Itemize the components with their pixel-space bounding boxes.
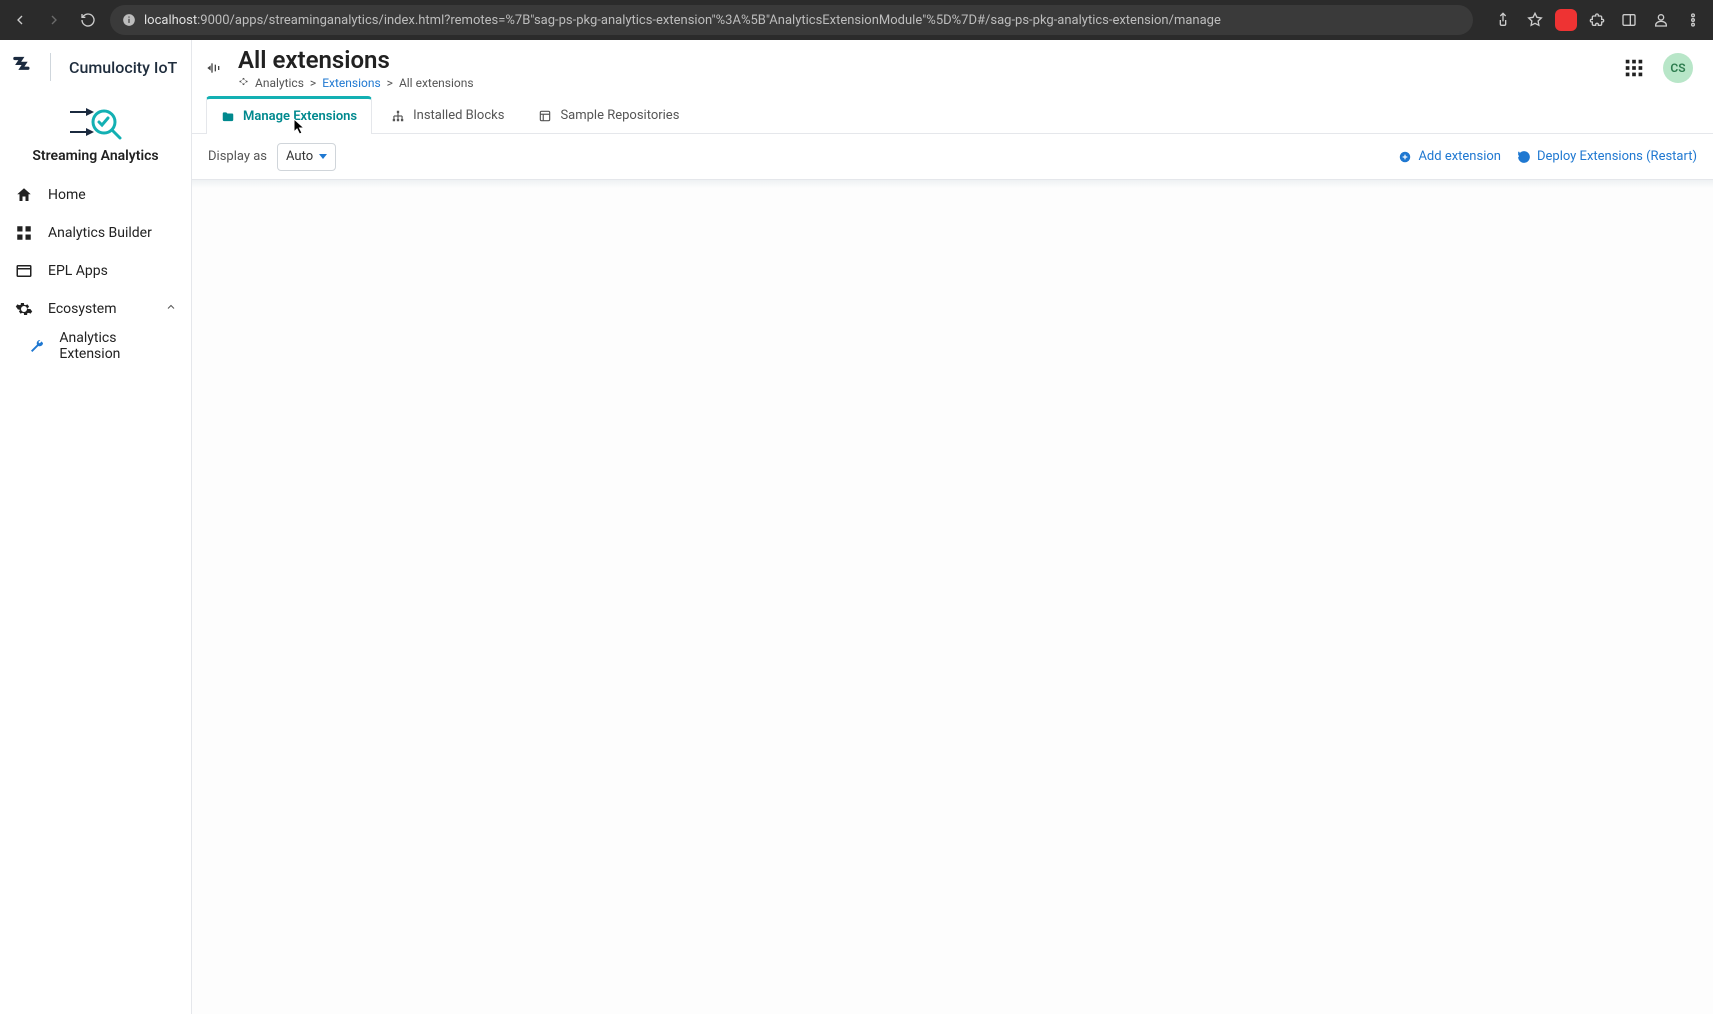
display-as-label: Display as (208, 149, 267, 164)
user-avatar[interactable]: CS (1663, 53, 1693, 83)
chevron-up-icon (165, 301, 177, 317)
content-area (192, 180, 1713, 1014)
nav-sub-label: Analytics Extension (59, 330, 177, 362)
streaming-analytics-icon (64, 102, 128, 142)
sidebar: Cumulocity IoT Streaming Analytics (0, 40, 192, 1014)
site-info-icon[interactable] (122, 13, 136, 27)
share-icon[interactable] (1491, 8, 1515, 32)
home-icon (14, 185, 34, 205)
main-area: All extensions Analytics > Extensions > … (192, 40, 1713, 1014)
nav-epl-apps[interactable]: EPL Apps (0, 252, 191, 290)
brand-divider (50, 53, 51, 81)
breadcrumb-current: All extensions (399, 76, 474, 90)
page-title: All extensions (238, 46, 474, 74)
url-text: localhost:9000/apps/streaminganalytics/i… (144, 13, 1221, 28)
breadcrumb-icon (238, 76, 249, 90)
breadcrumb: Analytics > Extensions > All extensions (238, 76, 474, 90)
breadcrumb-link[interactable]: Extensions (322, 76, 380, 90)
gear-icon (14, 299, 34, 319)
tab-sample-repositories[interactable]: Sample Repositories (523, 96, 694, 134)
nav-label: Home (48, 187, 86, 203)
add-extension-label: Add extension (1418, 149, 1501, 164)
breadcrumb-root: Analytics (255, 76, 304, 90)
add-extension-button[interactable]: Add extension (1398, 149, 1501, 164)
restart-icon (1517, 150, 1531, 164)
collapse-sidebar-button[interactable] (200, 54, 228, 82)
tab-label: Installed Blocks (413, 108, 504, 123)
nav-ecosystem[interactable]: Ecosystem (0, 290, 191, 328)
extension-badge-icon[interactable] (1555, 9, 1577, 31)
tab-label: Sample Repositories (560, 108, 679, 123)
nav-label: Analytics Builder (48, 225, 152, 241)
analytics-builder-icon (14, 223, 34, 243)
bookmark-star-icon[interactable] (1523, 8, 1547, 32)
breadcrumb-sep: > (310, 76, 316, 90)
app-switcher-button[interactable] (1619, 53, 1649, 83)
brand-product-name: Cumulocity IoT (69, 58, 177, 77)
tab-label: Manage Extensions (243, 109, 357, 124)
nav-home[interactable]: Home (0, 176, 191, 214)
address-bar[interactable]: localhost:9000/apps/streaminganalytics/i… (110, 5, 1473, 35)
app-identity: Streaming Analytics (0, 94, 191, 176)
forward-button[interactable] (42, 8, 66, 32)
reload-button[interactable] (76, 8, 100, 32)
tab-installed-blocks[interactable]: Installed Blocks (376, 96, 519, 134)
plus-circle-icon (1398, 150, 1412, 164)
sitemap-icon (391, 109, 405, 123)
caret-down-icon (319, 154, 327, 159)
breadcrumb-sep: > (387, 76, 393, 90)
deploy-extensions-button[interactable]: Deploy Extensions (Restart) (1517, 149, 1697, 164)
nav-label: EPL Apps (48, 263, 108, 279)
toolbar: Display as Auto Add extension (192, 134, 1713, 180)
page-header: All extensions Analytics > Extensions > … (192, 40, 1713, 96)
back-button[interactable] (8, 8, 32, 32)
sidepanel-icon[interactable] (1617, 8, 1641, 32)
brand-area: Cumulocity IoT (0, 40, 191, 94)
folder-icon (221, 110, 235, 124)
browser-toolbar: localhost:9000/apps/streaminganalytics/i… (0, 0, 1713, 40)
app-identity-label: Streaming Analytics (32, 148, 158, 164)
repository-icon (538, 109, 552, 123)
kebab-menu-icon[interactable] (1681, 8, 1705, 32)
nav-analytics-builder[interactable]: Analytics Builder (0, 214, 191, 252)
tab-manage-extensions[interactable]: Manage Extensions (206, 96, 372, 134)
epl-apps-icon (14, 261, 34, 281)
display-as-select[interactable]: Auto (277, 143, 336, 171)
deploy-extensions-label: Deploy Extensions (Restart) (1537, 149, 1697, 164)
brand-logo-icon (10, 52, 36, 82)
nav-analytics-extension[interactable]: Analytics Extension (0, 328, 191, 364)
nav-label: Ecosystem (48, 301, 117, 317)
wrench-icon (28, 337, 45, 355)
display-as-value: Auto (286, 149, 313, 164)
profile-icon[interactable] (1649, 8, 1673, 32)
extensions-puzzle-icon[interactable] (1585, 8, 1609, 32)
tab-bar: Manage Extensions Installed Blocks Sampl… (192, 96, 1713, 134)
